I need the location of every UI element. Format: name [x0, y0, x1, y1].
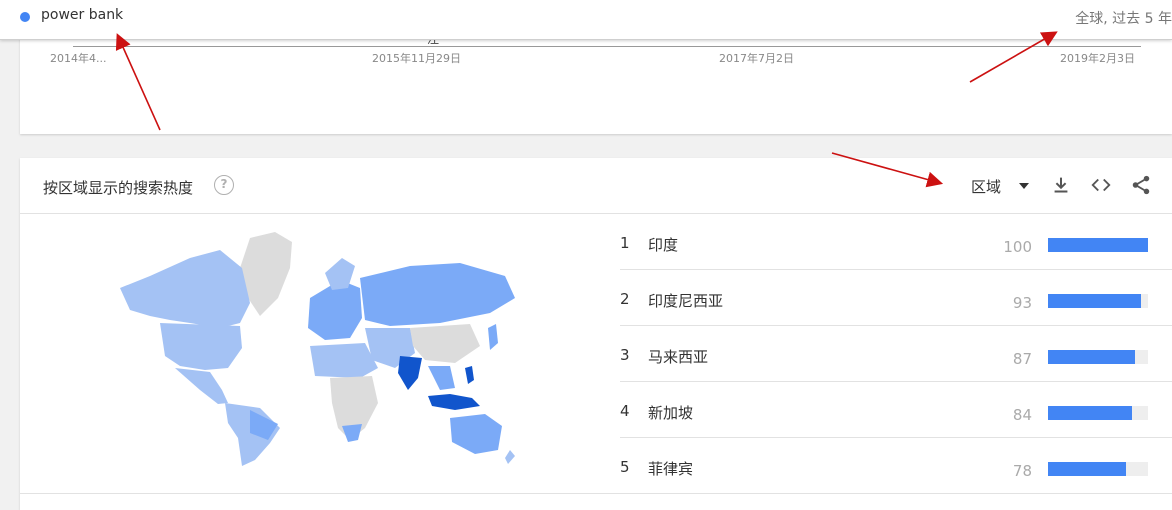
map-region-philippines [465, 366, 474, 384]
value-bar-track [1048, 350, 1148, 364]
rank-number: 5 [620, 458, 630, 476]
value-bar-fill [1048, 238, 1148, 252]
map-region-usa [160, 323, 242, 370]
list-item[interactable]: 3 马来西亚 87 [620, 326, 1172, 382]
map-region-southeast-asia [428, 366, 455, 390]
map-region-japan [488, 324, 498, 350]
card-title: 按区域显示的搜索热度 [43, 179, 194, 197]
rank-value: 100 [1003, 238, 1032, 256]
value-bar-fill [1048, 294, 1141, 308]
search-term-label[interactable]: power bank [41, 7, 123, 23]
rank-number: 1 [620, 234, 630, 252]
timeline-tick-3: 2017年7月2日 [719, 52, 794, 65]
value-bar-fill [1048, 350, 1135, 364]
chevron-down-icon[interactable] [1019, 183, 1029, 189]
download-icon[interactable] [1050, 174, 1072, 196]
timeline-tick-1: 2014年4... [50, 52, 107, 65]
interest-by-region-card: 按区域显示的搜索热度 ? 区域 1 印度 100 2 印度尼西亚 93 3 马来… [20, 158, 1172, 510]
search-term-bar: power bank 全球, 过去 5 年 [0, 0, 1172, 40]
region-resolution-select[interactable]: 区域 [971, 176, 1001, 197]
list-item[interactable]: 1 印度 100 [620, 214, 1172, 270]
rank-number: 4 [620, 402, 630, 420]
map-region-china [410, 324, 480, 363]
term-color-dot [20, 12, 30, 22]
map-region-new-zealand [505, 450, 515, 464]
region-name[interactable]: 新加坡 [648, 402, 693, 423]
region-name[interactable]: 印度尼西亚 [648, 290, 723, 311]
region-name[interactable]: 菲律宾 [648, 458, 693, 479]
list-item[interactable]: 2 印度尼西亚 93 [620, 270, 1172, 326]
map-region-india [398, 356, 422, 390]
scope-label: 全球, 过去 5 年 [1075, 11, 1172, 27]
map-region-indonesia [428, 394, 480, 410]
map-region-canada [120, 250, 250, 328]
list-item[interactable]: 4 新加坡 84 [620, 382, 1172, 438]
world-heat-map[interactable] [110, 228, 520, 468]
card-header: 按区域显示的搜索热度 ? 区域 [20, 158, 1172, 214]
rank-value: 84 [1012, 406, 1032, 424]
map-region-africa-north [310, 343, 378, 378]
value-bar-fill [1048, 406, 1132, 420]
region-name[interactable]: 马来西亚 [648, 346, 708, 367]
value-bar-track [1048, 406, 1148, 420]
rank-number: 3 [620, 346, 630, 364]
rank-value: 93 [1012, 294, 1032, 312]
value-bar-fill [1048, 462, 1126, 476]
map-region-mexico [175, 368, 228, 404]
rank-number: 2 [620, 290, 630, 308]
rank-value: 87 [1012, 350, 1032, 368]
share-icon[interactable] [1130, 174, 1152, 196]
region-name[interactable]: 印度 [648, 234, 678, 255]
map-region-south-africa [342, 424, 362, 442]
map-region-russia [360, 263, 515, 326]
value-bar-track [1048, 294, 1148, 308]
map-region-australia [450, 414, 502, 454]
timeline-tick-4: 2019年2月3日 [1060, 52, 1135, 65]
value-bar-track [1048, 462, 1148, 476]
list-item[interactable]: 5 菲律宾 78 [620, 438, 1172, 494]
question-circle-icon[interactable]: ? [214, 175, 234, 195]
timeline-axis [73, 46, 1141, 47]
embed-code-icon[interactable] [1090, 174, 1112, 196]
timeline-tick-2: 2015年11月29日 [372, 52, 461, 65]
value-bar-track [1048, 238, 1148, 252]
card-divider [20, 493, 1172, 494]
rank-value: 78 [1012, 462, 1032, 480]
region-ranking-list: 1 印度 100 2 印度尼西亚 93 3 马来西亚 87 4 新加坡 84 5… [620, 214, 1172, 494]
